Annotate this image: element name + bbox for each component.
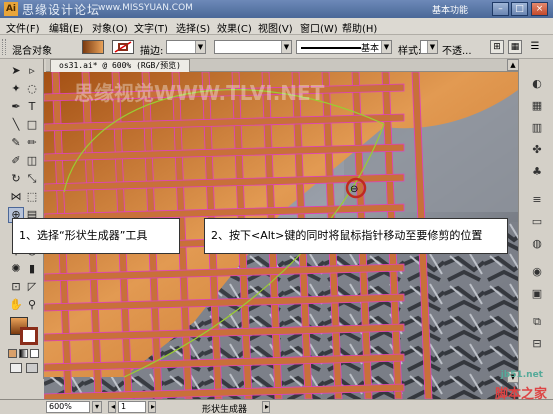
fill-swatch[interactable] <box>82 40 104 54</box>
color-guide-icon[interactable]: ▦ <box>528 97 546 115</box>
app-logo-icon: Ai <box>4 2 18 16</box>
first-artboard-icon[interactable]: ◂ <box>108 401 116 413</box>
maximize-icon[interactable]: □ <box>511 2 528 16</box>
canvas-watermark: 思缘视觉WWW.TLVI.NET <box>74 81 325 105</box>
gradient-panel-icon[interactable]: ▭ <box>528 213 546 231</box>
type-tool-icon[interactable]: T <box>24 99 40 115</box>
menu-type[interactable]: 文字(T) <box>134 20 168 35</box>
swatches-panel-icon[interactable]: ▥ <box>528 119 546 137</box>
selection-tool-icon[interactable]: ➤ <box>8 63 24 79</box>
menu-select[interactable]: 选择(S) <box>176 20 210 35</box>
chevron-down-icon[interactable]: ▼ <box>281 41 291 53</box>
stroke-swatch[interactable] <box>112 40 134 54</box>
panel-menu-icon[interactable]: ☰ <box>528 40 542 54</box>
next-artboard-icon[interactable]: ▸ <box>148 401 156 413</box>
status-bar: 600% ▾ ◂ 1 ▸ 形状生成器 ▸ <box>0 399 553 414</box>
artboards-panel-icon[interactable]: ⊟ <box>528 335 546 353</box>
magic-wand-tool-icon[interactable]: ✦ <box>8 81 24 97</box>
direct-selection-tool-icon[interactable]: ▹ <box>24 63 40 79</box>
draw-normal-icon[interactable] <box>10 363 22 373</box>
artboard-tool-icon[interactable]: ⊡ <box>8 279 24 295</box>
align-icon[interactable]: ⊞ <box>490 40 504 54</box>
document-tab-bar: os31.ai* @ 600% (RGB/预览) <box>46 59 518 72</box>
lasso-tool-icon[interactable]: ◌ <box>24 81 40 97</box>
forum-url: www.MISSYUAN.COM <box>98 3 193 13</box>
paintbrush-tool-icon[interactable]: ✎ <box>8 135 24 151</box>
pen-tool-icon[interactable]: ✒ <box>8 99 24 115</box>
hand-tool-icon[interactable]: ✋ <box>8 297 24 313</box>
gradient-mode-icon[interactable] <box>19 349 28 358</box>
symbols-panel-icon[interactable]: ♣ <box>528 163 546 181</box>
menu-help[interactable]: 帮助(H) <box>342 20 377 35</box>
artboard-number-field[interactable]: 1 <box>118 401 146 413</box>
stroke-panel-icon[interactable]: ≡ <box>528 191 546 209</box>
cursor-arrow-icon: ⊖ <box>350 184 358 195</box>
current-tool-name: 形状生成器 <box>202 405 248 414</box>
color-panel-icon[interactable]: ◐ <box>528 75 546 93</box>
transform-icon[interactable]: ▦ <box>508 40 522 54</box>
none-mode-icon[interactable] <box>30 349 39 358</box>
menu-bar: 文件(F) 编辑(E) 对象(O) 文字(T) 选择(S) 效果(C) 视图(V… <box>0 18 553 35</box>
stroke-weight-input[interactable]: ▼ <box>166 40 206 54</box>
right-panel-dock: ▲ ◐ ▦ ▥ ✤ ♣ ≡ ▭ ◍ ◉ ▣ ⧉ ⊟ ▼ <box>507 59 553 399</box>
variable-width-dropdown[interactable]: ▼ <box>214 40 292 54</box>
stroke-preview <box>301 47 361 49</box>
control-bar: 混合对象 描边: ▼ ▼ 基本 ▼ 样式: ▼ 不透... ⊞ ▦ ☰ <box>0 35 553 59</box>
close-icon[interactable]: × <box>531 2 548 16</box>
blob-brush-tool-icon[interactable]: ✐ <box>8 153 24 169</box>
menu-window[interactable]: 窗口(W) <box>300 20 338 35</box>
step-callout-1: 1、选择“形状生成器”工具 <box>12 218 180 254</box>
graphic-styles-panel-icon[interactable]: ▣ <box>528 285 546 303</box>
style-label: 样式: <box>398 46 422 57</box>
zoom-tool-icon[interactable]: ⚲ <box>24 297 40 313</box>
free-transform-tool-icon[interactable]: ⬚ <box>24 189 40 205</box>
brush-definition-dropdown[interactable]: 基本 ▼ <box>296 40 392 54</box>
site-name-watermark: 脚本之家 <box>494 387 547 402</box>
site-domain-watermark: jb51.net <box>500 370 543 380</box>
title-bar: Ai 思缘设计论坛 www.MISSYUAN.COM 基本功能 – □ × <box>0 0 553 18</box>
scale-tool-icon[interactable]: ⤡ <box>24 171 40 187</box>
column-graph-tool-icon[interactable]: ▮ <box>24 261 40 277</box>
chevron-down-icon[interactable]: ▼ <box>427 41 437 53</box>
scroll-up-icon[interactable]: ▲ <box>507 59 519 71</box>
chevron-down-icon[interactable]: ▼ <box>381 41 391 53</box>
menu-effect[interactable]: 效果(C) <box>217 20 252 35</box>
zoom-dropdown-icon[interactable]: ▾ <box>92 401 102 413</box>
color-mode-icon[interactable] <box>8 349 17 358</box>
stroke-color-icon[interactable] <box>20 327 38 345</box>
panel-grip[interactable] <box>2 39 6 55</box>
document-tab[interactable]: os31.ai* @ 600% (RGB/预览) <box>50 59 190 72</box>
stroke-weight-label: 描边: <box>140 46 164 57</box>
width-tool-icon[interactable]: ⋈ <box>8 189 24 205</box>
pencil-tool-icon[interactable]: ✏ <box>24 135 40 151</box>
eraser-tool-icon[interactable]: ◫ <box>24 153 40 169</box>
menu-object[interactable]: 对象(O) <box>92 20 128 35</box>
workspace-switcher[interactable]: 基本功能 <box>432 3 468 16</box>
screen-mode-icon[interactable] <box>26 363 38 373</box>
minimize-icon[interactable]: – <box>492 2 509 16</box>
graphic-style-dropdown[interactable]: ▼ <box>420 40 438 54</box>
menu-edit[interactable]: 编辑(E) <box>49 20 83 35</box>
line-tool-icon[interactable]: ╲ <box>8 117 24 133</box>
layers-panel-icon[interactable]: ⧉ <box>528 313 546 331</box>
forum-watermark: 思缘设计论坛 <box>22 3 101 17</box>
chevron-down-icon[interactable]: ▼ <box>195 41 205 53</box>
appearance-panel-icon[interactable]: ◉ <box>528 263 546 281</box>
transparency-panel-icon[interactable]: ◍ <box>528 235 546 253</box>
step-callout-2: 2、按下<Alt>键的同时将鼠标指针移动至要修剪的位置 <box>204 218 508 254</box>
brush-name: 基本 <box>360 44 379 54</box>
menu-view[interactable]: 视图(V) <box>258 20 293 35</box>
brushes-panel-icon[interactable]: ✤ <box>528 141 546 159</box>
zoom-level-field[interactable]: 600% <box>46 401 90 413</box>
symbol-sprayer-tool-icon[interactable]: ✺ <box>8 261 24 277</box>
selection-type-label: 混合对象 <box>12 46 52 57</box>
slice-tool-icon[interactable]: ◸ <box>24 279 40 295</box>
menu-file[interactable]: 文件(F) <box>6 20 40 35</box>
status-menu-icon[interactable]: ▸ <box>262 401 270 413</box>
opacity-label[interactable]: 不透... <box>442 42 472 57</box>
rotate-tool-icon[interactable]: ↻ <box>8 171 24 187</box>
rectangle-tool-icon[interactable]: □ <box>24 117 40 133</box>
